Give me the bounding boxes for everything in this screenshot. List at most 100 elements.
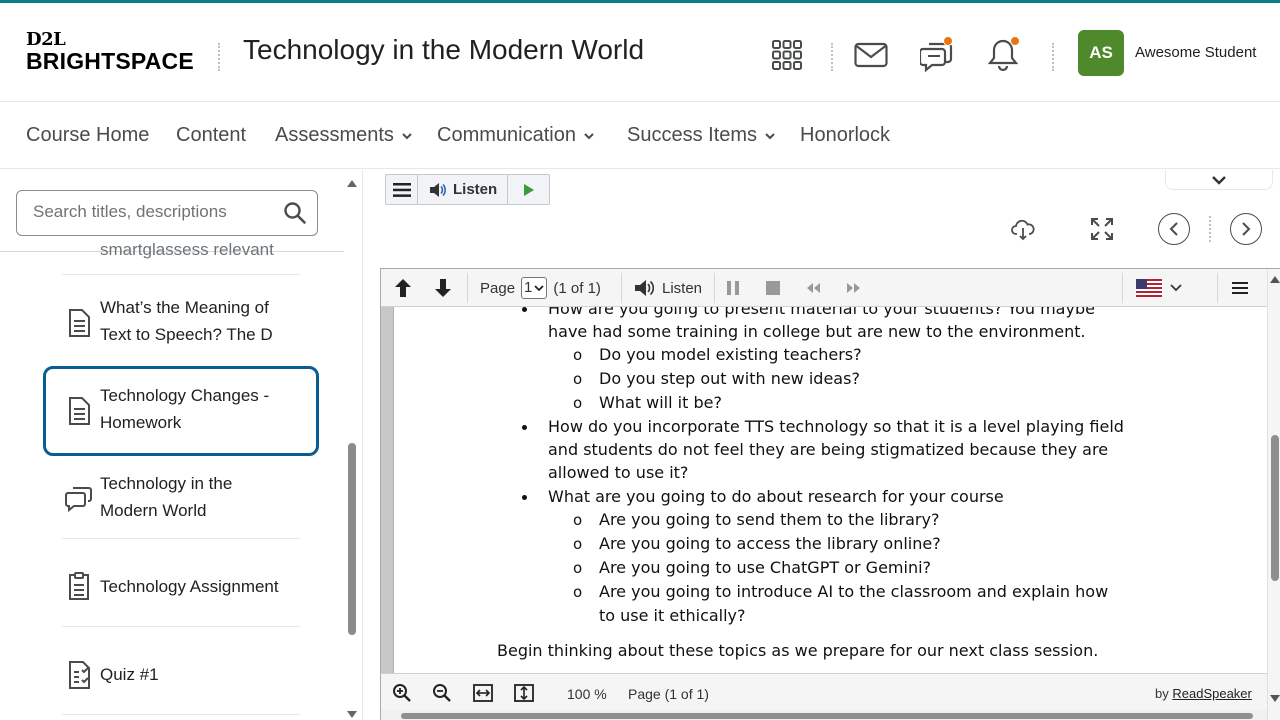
separator xyxy=(621,273,622,303)
zoom-in-icon xyxy=(393,684,411,702)
rewind-icon xyxy=(807,283,820,293)
fit-height-button[interactable] xyxy=(511,680,537,706)
divider xyxy=(62,274,300,275)
scrollbar-thumb[interactable] xyxy=(348,443,356,635)
nav-success-items[interactable]: Success Items xyxy=(627,124,775,147)
chevron-left-icon xyxy=(1169,222,1178,236)
document-line: How are you going to present material to… xyxy=(548,307,1095,318)
nav-content[interactable]: Content xyxy=(176,124,246,147)
fit-height-icon xyxy=(514,684,534,702)
previous-topic-button[interactable] xyxy=(1158,213,1190,245)
readspeaker-play-button[interactable] xyxy=(508,175,549,204)
avatar[interactable]: AS xyxy=(1078,30,1124,76)
hamburger-icon xyxy=(1232,282,1248,294)
listen-label: Listen xyxy=(661,279,703,297)
nav-communication[interactable]: Communication xyxy=(437,124,594,147)
zoom-in-button[interactable] xyxy=(389,680,415,706)
page-select[interactable]: 1 xyxy=(521,277,548,299)
document-line: What are you going to do about research … xyxy=(548,487,1004,506)
course-title[interactable]: Technology in the Modern World xyxy=(243,34,644,66)
readspeaker-link[interactable]: ReadSpeaker xyxy=(1172,686,1252,701)
chevron-down-icon xyxy=(584,132,594,139)
toc-item-quiz-1[interactable]: Quiz #1 xyxy=(62,660,302,690)
toc-item-technology-modern-world[interactable]: Technology in the Modern World xyxy=(62,470,302,530)
stop-icon xyxy=(766,281,780,295)
search-input[interactable] xyxy=(33,202,273,222)
rewind-button[interactable] xyxy=(801,274,825,302)
viewer-menu-button[interactable] xyxy=(1227,274,1253,302)
collapse-header-button[interactable] xyxy=(1165,170,1273,190)
stop-button[interactable] xyxy=(761,274,785,302)
fast-forward-button[interactable] xyxy=(842,274,866,302)
separator xyxy=(467,273,468,303)
nav-honorlock[interactable]: Honorlock xyxy=(800,124,890,147)
readspeaker-menu-button[interactable] xyxy=(386,175,418,204)
site-header: D2L BRIGHTSPACE Technology in the Modern… xyxy=(0,3,1280,102)
next-page-button[interactable] xyxy=(429,274,457,302)
play-icon xyxy=(523,183,534,196)
scroll-up-icon[interactable] xyxy=(1270,275,1280,283)
document-line: have had some training in college but ar… xyxy=(548,322,1086,341)
panel-scrollbar[interactable] xyxy=(345,175,359,720)
document-horizontal-scrollbar[interactable] xyxy=(381,710,1267,720)
brightspace-logo[interactable]: D2L BRIGHTSPACE xyxy=(26,29,194,74)
nav-assessments[interactable]: Assessments xyxy=(275,124,412,147)
toc-item-label: Technology Changes - xyxy=(100,386,270,405)
scroll-down-icon[interactable] xyxy=(1270,695,1280,703)
user-name[interactable]: Awesome Student xyxy=(1135,44,1256,61)
by-label: by xyxy=(1155,686,1169,701)
scrollbar-thumb[interactable] xyxy=(401,713,1253,719)
pause-button[interactable] xyxy=(721,274,745,302)
download-icon[interactable] xyxy=(1007,213,1039,245)
sub-bullet-marker: o xyxy=(573,511,583,529)
toc-item-label: Technology Assignment xyxy=(100,577,279,596)
chevron-down-icon xyxy=(1212,175,1226,185)
page-value: 1 xyxy=(524,279,533,296)
nav-label: Content xyxy=(176,124,247,146)
document-line: to use it ethically? xyxy=(599,606,746,625)
mail-icon[interactable] xyxy=(853,37,889,73)
page-selector: Page 1 (1 of 1) xyxy=(480,274,620,302)
nav-course-home[interactable]: Course Home xyxy=(26,124,149,147)
sub-bullet-marker: o xyxy=(573,535,583,553)
viewer-listen-button[interactable]: Listen xyxy=(631,274,705,302)
toc-item-meaning-of-tts[interactable]: What’s the Meaning of Text to Speech? Th… xyxy=(62,294,302,354)
fit-width-button[interactable] xyxy=(470,680,496,706)
nav-label: Assessments xyxy=(275,124,394,146)
speaker-icon xyxy=(634,280,655,296)
zoom-out-button[interactable] xyxy=(429,680,455,706)
chevron-right-icon xyxy=(1242,222,1251,236)
fast-forward-icon xyxy=(847,283,860,293)
table-of-contents-panel: smartglassess relevant What’s the Meanin… xyxy=(0,170,363,720)
page-label: Page xyxy=(480,279,516,297)
toc-item-technology-changes-homework[interactable]: Technology Changes - Homework xyxy=(62,382,302,442)
grid-icon[interactable] xyxy=(769,37,805,73)
document-vertical-scrollbar[interactable] xyxy=(1267,269,1280,720)
toc-item-technology-assignment[interactable]: Technology Assignment xyxy=(62,572,302,602)
next-topic-button[interactable] xyxy=(1230,213,1262,245)
divider xyxy=(62,626,300,627)
readspeaker-listen-button[interactable]: Listen xyxy=(419,175,508,204)
logo-d2l: D2L xyxy=(26,29,66,50)
divider xyxy=(62,714,300,715)
scrollbar-thumb[interactable] xyxy=(1271,435,1279,581)
separator xyxy=(1122,273,1123,303)
chat-icon[interactable] xyxy=(919,36,955,73)
quiz-icon xyxy=(69,661,90,689)
toc-item-partial[interactable]: smartglassess relevant xyxy=(100,236,280,263)
document-line: Are you going to access the library onli… xyxy=(599,534,941,553)
search-icon[interactable] xyxy=(283,201,307,225)
listen-label: Listen xyxy=(453,181,498,198)
scroll-up-icon[interactable] xyxy=(347,179,357,187)
nav-label: Communication xyxy=(437,124,576,146)
fullscreen-icon[interactable] xyxy=(1086,213,1118,245)
bell-icon[interactable] xyxy=(985,36,1021,73)
prev-page-button[interactable] xyxy=(389,274,417,302)
language-selector[interactable] xyxy=(1133,274,1185,302)
document-paragraph: Begin thinking about these topics as we … xyxy=(497,641,1099,660)
chevron-down-icon xyxy=(534,284,545,291)
arrow-up-icon xyxy=(395,279,411,297)
sub-bullet-marker: o xyxy=(573,559,583,577)
scroll-down-icon[interactable] xyxy=(347,711,357,719)
page-count: (1 of 1) xyxy=(553,279,601,297)
